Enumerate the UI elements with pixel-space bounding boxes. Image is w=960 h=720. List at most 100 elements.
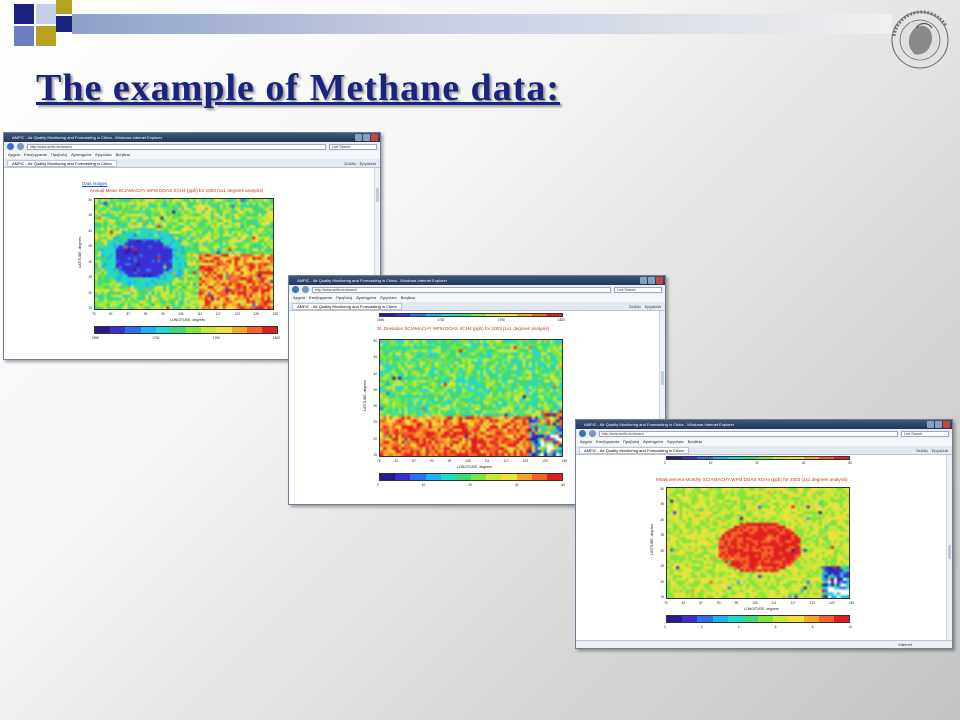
window-titlebar: AMFIC - Air Quality Monitoring and Forec… [4,133,380,142]
maximize-button[interactable] [363,134,370,141]
menu-item[interactable]: Εργαλεία [95,151,111,159]
menu-item[interactable]: Αρχείο [580,438,592,446]
minimize-button[interactable] [640,277,647,284]
url-input[interactable]: http://www.amfic.eu/search [312,286,611,293]
menu-item[interactable]: Προβολή [623,438,639,446]
deco-square [56,0,72,14]
close-button[interactable] [656,277,663,284]
university-seal-logo [876,6,956,72]
minimize-button[interactable] [355,134,362,141]
data-images-link[interactable]: Data images [82,181,107,186]
x-axis-label: LONGITUDE, degrees [457,465,493,469]
menu-bar: Αρχείο Επεξεργασία Προβολή Αγαπημένα Εργ… [289,294,665,302]
window-titlebar: AMFIC - Air Quality Monitoring and Forec… [289,276,665,285]
back-icon[interactable] [7,143,14,150]
back-icon[interactable] [579,430,586,437]
deco-square [14,4,34,24]
address-bar: http://www.amfic.eu/search Live Search [576,429,952,438]
forward-icon[interactable] [17,143,24,150]
menu-item[interactable]: Προβολή [51,151,67,159]
address-bar: http://www.amfic.eu/search Live Search [289,285,665,294]
close-button[interactable] [371,134,378,141]
window-titlebar: AMFIC - Air Quality Monitoring and Forec… [576,420,952,429]
page-menu[interactable]: Σελίδα [629,304,641,309]
map-title: Measurement Monthly SCIAMACHY WFM DOAS X… [656,477,848,482]
address-bar: http://www.amfic.eu/search Live Search [4,142,380,151]
window-title: AMFIC - Air Quality Monitoring and Forec… [297,278,448,283]
menu-item[interactable]: Αγαπημένα [643,438,663,446]
x-ticks: 75 81 87 93 99 105 111 117 123 129 135 [664,601,854,605]
page-content: 0 10 20 40 60 Measurement Monthly SCIAMACHY … [576,455,946,640]
tab-bar: AMFIC - Air Quality Monitoring and Forec… [576,446,952,455]
menu-bar: Αρχείο Επεξεργασία Προβολή Αγαπημένα Εργ… [4,151,380,159]
menu-item[interactable]: Βοήθεια [688,438,702,446]
y-ticks: 50 45 40 35 30 25 20 15 [88,198,92,310]
x-axis-label: LONGITUDE, degrees [170,318,206,322]
x-axis-label: LONGITUDE, degrees [744,607,780,611]
close-button[interactable] [943,421,950,428]
tools-menu[interactable]: Εργαλεία [360,161,376,166]
window-title: AMFIC - Air Quality Monitoring and Forec… [584,422,735,427]
menu-item[interactable]: Προβολή [336,294,352,302]
menu-item[interactable]: Εργαλεία [667,438,683,446]
menu-item[interactable]: Επεξεργασία [596,438,619,446]
menu-item[interactable]: Αρχείο [293,294,305,302]
browser-window-monthly-measurement: AMFIC - Air Quality Monitoring and Forec… [575,419,953,649]
top-color-bar [666,456,850,460]
menu-bar: Αρχείο Επεξεργασία Προβολή Αγαπημένα Εργ… [576,438,952,446]
window-title: AMFIC - Air Quality Monitoring and Forec… [12,135,163,140]
status-bar: Internet [576,640,952,648]
methane-map [379,339,563,457]
vertical-scrollbar[interactable] [946,455,952,640]
forward-icon[interactable] [302,286,309,293]
page-menu[interactable]: Σελίδα [916,448,928,453]
color-bar-ticks: 0 2 4 6 8 10 [664,625,852,629]
menu-item[interactable]: Επεξεργασία [309,294,332,302]
color-bar [379,473,563,481]
browser-tab[interactable]: AMFIC - Air Quality Monitoring and Forec… [579,446,689,454]
menu-item[interactable]: Βοήθεια [401,294,415,302]
back-icon[interactable] [292,286,299,293]
tab-bar: AMFIC - Air Quality Monitoring and Forec… [4,159,380,168]
menu-item[interactable]: Βοήθεια [116,151,130,159]
browser-tab[interactable]: AMFIC - Air Quality Monitoring and Forec… [7,159,117,167]
top-color-bar-ticks: 0 10 20 40 60 [664,461,852,465]
top-color-bar-ticks: 1690 1730 1790 1820 [377,318,565,322]
search-input[interactable]: Live Search [329,143,377,150]
page-menu[interactable]: Σελίδα [344,161,356,166]
browser-tab[interactable]: AMFIC - Air Quality Monitoring and Forec… [292,302,402,310]
methane-map [666,487,850,599]
search-input[interactable]: Live Search [901,430,949,437]
top-color-bar [379,313,563,317]
forward-icon[interactable] [589,430,596,437]
url-input[interactable]: http://www.amfic.eu/search [599,430,898,437]
slide-title: The example of Methane data: [36,67,561,109]
x-ticks: 75 81 87 93 99 105 111 117 123 129 135 [377,459,567,463]
menu-item[interactable]: Αγαπημένα [71,151,91,159]
menu-item[interactable]: Εργαλεία [380,294,396,302]
y-ticks: 50 45 40 35 30 25 20 15 [373,339,377,457]
status-zone: Internet [898,642,912,647]
deco-square [36,4,56,24]
menu-item[interactable]: Επεξεργασία [24,151,47,159]
deco-square [36,26,56,46]
color-bar [94,326,278,334]
y-axis-label: LATITUDE, degrees [78,236,82,268]
maximize-button[interactable] [648,277,655,284]
header-gradient-bar [72,14,892,34]
search-input[interactable]: Live Search [614,286,662,293]
map-title: St. Deviation SCIAMACHY WFM DOAS XCH4 (p… [377,326,550,331]
tools-menu[interactable]: Εργαλεία [645,304,661,309]
y-axis-label: LATITUDE, degrees [650,523,654,555]
y-axis-label: LATITUDE, degrees [363,379,367,411]
minimize-button[interactable] [927,421,934,428]
url-input[interactable]: http://www.amfic.eu/search [27,143,326,150]
map-title: Annual Mean SCIAMACHY WFM DOAS XCH4 (ppb… [90,188,264,193]
menu-item[interactable]: Αγαπημένα [356,294,376,302]
tools-menu[interactable]: Εργαλεία [932,448,948,453]
menu-item[interactable]: Αρχείο [8,151,20,159]
maximize-button[interactable] [935,421,942,428]
tab-bar: AMFIC - Air Quality Monitoring and Forec… [289,302,665,311]
methane-map [94,198,274,310]
x-ticks: 75 81 87 93 99 105 111 117 123 129 135 [92,312,278,316]
